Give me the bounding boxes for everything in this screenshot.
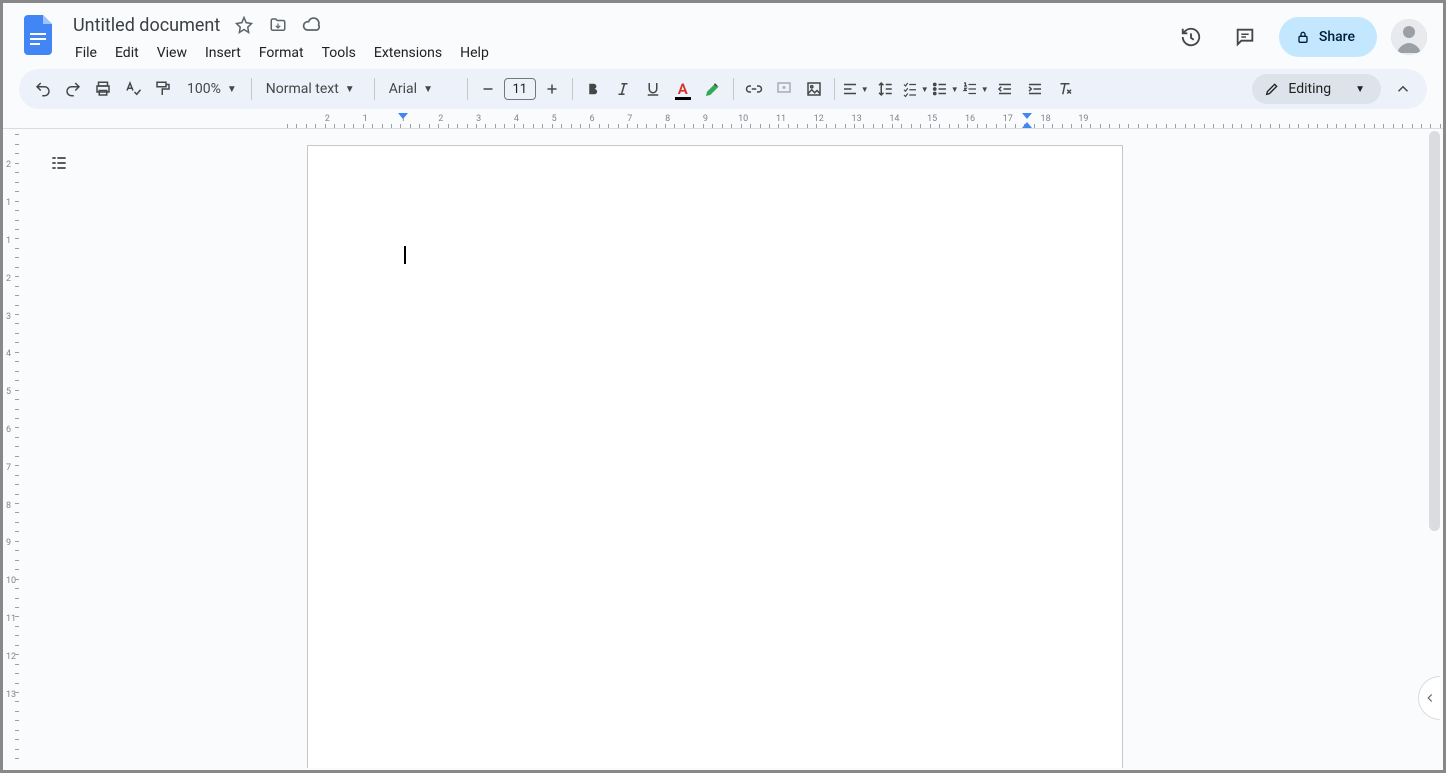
separator (374, 78, 375, 100)
font-dropdown[interactable]: Arial ▼ (381, 75, 461, 103)
toolbar: 100% ▼ Normal text ▼ Arial ▼ 11 A ▼ (19, 69, 1427, 109)
bulleted-list-button[interactable]: ▼ (931, 75, 959, 103)
document-canvas[interactable] (19, 129, 1443, 768)
increase-font-size-button[interactable] (538, 75, 566, 103)
bold-button[interactable] (579, 75, 607, 103)
editing-mode-dropdown[interactable]: Editing ▼ (1252, 74, 1381, 104)
paint-format-button[interactable] (149, 75, 177, 103)
separator (834, 78, 835, 100)
separator (572, 78, 573, 100)
separator (251, 78, 252, 100)
share-label: Share (1319, 29, 1355, 45)
menubar: File Edit View Insert Format Tools Exten… (67, 41, 1171, 65)
align-button[interactable]: ▼ (841, 75, 869, 103)
undo-button[interactable] (29, 75, 57, 103)
star-icon[interactable] (234, 15, 254, 35)
share-button[interactable]: Share (1279, 17, 1377, 57)
checklist-button[interactable]: ▼ (901, 75, 929, 103)
line-spacing-button[interactable] (871, 75, 899, 103)
document-title[interactable]: Untitled document (67, 13, 226, 38)
caret-down-icon: ▼ (1355, 84, 1365, 95)
add-comment-button[interactable] (770, 75, 798, 103)
menu-insert[interactable]: Insert (197, 41, 249, 65)
increase-indent-button[interactable] (1021, 75, 1049, 103)
collapse-toolbar-button[interactable] (1389, 75, 1417, 103)
mode-label: Editing (1288, 81, 1331, 97)
insert-link-button[interactable] (740, 75, 768, 103)
vertical-scrollbar[interactable] (1429, 131, 1440, 531)
style-value: Normal text (266, 81, 339, 97)
clear-formatting-button[interactable] (1051, 75, 1079, 103)
history-icon[interactable] (1171, 17, 1211, 57)
text-cursor (404, 246, 406, 264)
decrease-indent-button[interactable] (991, 75, 1019, 103)
move-icon[interactable] (268, 15, 288, 35)
document-outline-button[interactable] (45, 149, 73, 177)
font-size-input[interactable]: 11 (504, 78, 536, 100)
horizontal-ruler[interactable]: 2112345678910111213141516171819 (3, 113, 1443, 129)
caret-down-icon: ▼ (423, 84, 433, 95)
zoom-dropdown[interactable]: 100% ▼ (179, 75, 245, 103)
menu-tools[interactable]: Tools (314, 41, 364, 65)
menu-extensions[interactable]: Extensions (366, 41, 450, 65)
spellcheck-button[interactable] (119, 75, 147, 103)
menu-view[interactable]: View (149, 41, 195, 65)
text-color-swatch (675, 97, 691, 100)
numbered-list-button[interactable]: ▼ (961, 75, 989, 103)
account-avatar[interactable] (1391, 19, 1427, 55)
separator (733, 78, 734, 100)
menu-file[interactable]: File (67, 41, 105, 65)
caret-down-icon: ▼ (227, 84, 237, 95)
insert-image-button[interactable] (800, 75, 828, 103)
docs-logo[interactable] (19, 15, 59, 55)
decrease-font-size-button[interactable] (474, 75, 502, 103)
font-value: Arial (389, 81, 417, 97)
menu-help[interactable]: Help (452, 41, 497, 65)
highlight-color-button[interactable] (699, 75, 727, 103)
menu-format[interactable]: Format (251, 41, 312, 65)
caret-down-icon: ▼ (345, 84, 355, 95)
text-color-button[interactable]: A (669, 75, 697, 103)
paragraph-style-dropdown[interactable]: Normal text ▼ (258, 75, 368, 103)
underline-button[interactable] (639, 75, 667, 103)
vertical-ruler[interactable]: 2112345678910111213 (3, 129, 19, 768)
page[interactable] (307, 145, 1123, 768)
redo-button[interactable] (59, 75, 87, 103)
cloud-status-icon[interactable] (302, 15, 322, 35)
menu-edit[interactable]: Edit (107, 41, 147, 65)
text-color-a-icon: A (678, 80, 688, 98)
comments-icon[interactable] (1225, 17, 1265, 57)
zoom-value: 100% (187, 81, 221, 97)
separator (467, 78, 468, 100)
italic-button[interactable] (609, 75, 637, 103)
print-button[interactable] (89, 75, 117, 103)
